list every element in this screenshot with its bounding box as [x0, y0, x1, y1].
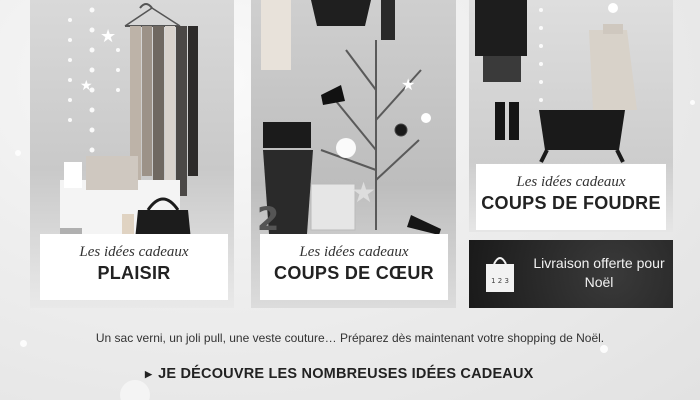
svg-text:2: 2: [257, 200, 279, 238]
gift-label-coups-de-foudre[interactable]: Les idées cadeaux COUPS DE FOUDRE: [476, 164, 666, 230]
promo-description: Un sac verni, un joli pull, une veste co…: [95, 331, 605, 345]
svg-text:★: ★: [401, 75, 415, 94]
free-shipping-text: Livraison offerte pour Noël: [533, 255, 665, 290]
triangle-right-icon: ▶: [145, 368, 153, 379]
gift-label-coups-de-coeur[interactable]: Les idées cadeaux COUPS DE CŒUR: [260, 234, 448, 300]
svg-text:★: ★: [100, 26, 116, 47]
gift-label-subtitle: Les idées cadeaux: [516, 174, 626, 190]
cta-label: JE DÉCOUVRE LES NOMBREUSES IDÉES CADEAUX: [158, 366, 534, 382]
gift-label-plaisir[interactable]: Les idées cadeaux PLAISIR: [40, 234, 228, 300]
gift-label-subtitle: Les idées cadeaux: [79, 244, 189, 260]
svg-text:★: ★: [80, 78, 93, 94]
gift-label-title: PLAISIR: [97, 263, 171, 283]
svg-text:★: ★: [351, 176, 376, 209]
free-shipping-banner[interactable]: 1 2 3 Livraison offerte pour Noël: [469, 240, 673, 308]
bag-label: 1 2 3: [491, 277, 509, 285]
shopping-bag-icon: 1 2 3: [486, 257, 514, 292]
discover-gift-ideas-link[interactable]: ▶ JE DÉCOUVRE LES NOMBREUSES IDÉES CADEA…: [145, 366, 534, 382]
gift-label-title: COUPS DE FOUDRE: [481, 193, 661, 213]
gift-label-subtitle: Les idées cadeaux: [299, 244, 409, 260]
gift-label-title: COUPS DE CŒUR: [274, 263, 434, 283]
